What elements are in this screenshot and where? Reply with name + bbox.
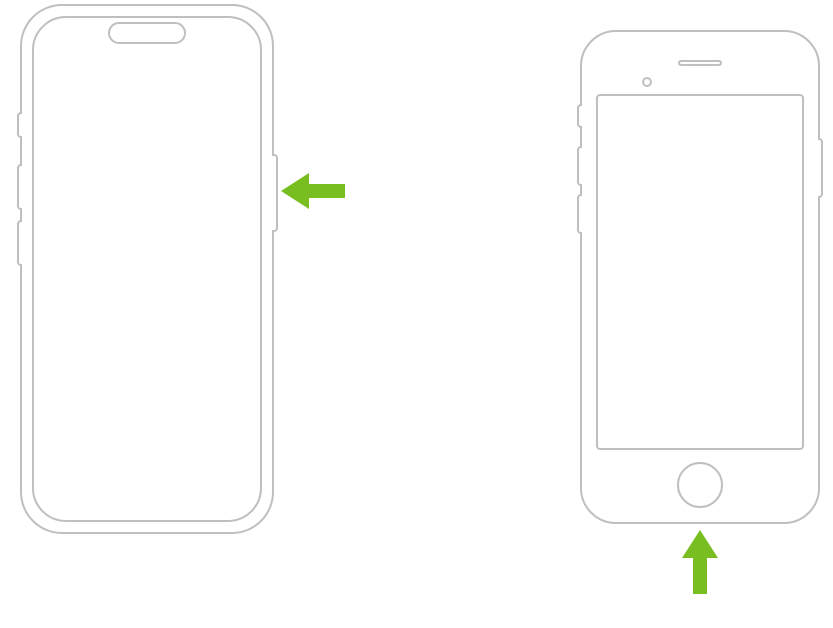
volume-up-button — [17, 164, 22, 210]
arrow-to-home-button — [679, 530, 721, 594]
iphone-home-button-outline — [580, 30, 820, 524]
mute-switch — [577, 104, 582, 128]
dynamic-island — [108, 22, 186, 44]
volume-up-button — [577, 146, 582, 186]
side-button — [272, 154, 278, 232]
screen — [596, 94, 804, 450]
home-button — [677, 462, 723, 508]
volume-down-button — [17, 220, 22, 266]
iphone-buttons-diagram — [0, 0, 833, 628]
screen — [32, 16, 262, 522]
volume-down-button — [577, 194, 582, 234]
earpiece — [678, 60, 722, 66]
side-button — [818, 138, 823, 198]
mute-switch — [17, 112, 22, 138]
arrow-to-side-button — [281, 170, 345, 212]
iphone-faceid-outline — [20, 4, 274, 534]
front-camera — [642, 77, 652, 87]
